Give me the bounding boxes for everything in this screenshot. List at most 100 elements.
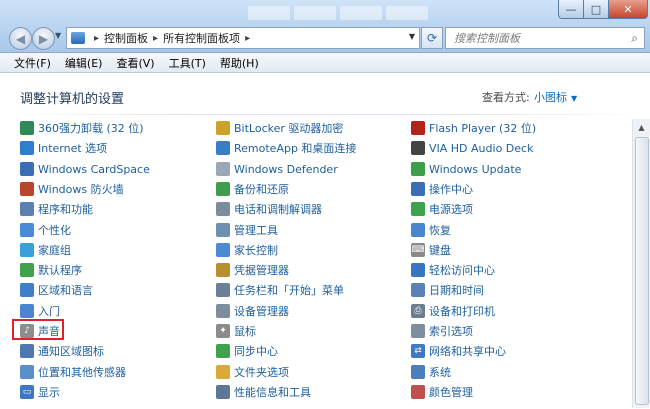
control-panel-item[interactable]: 轻松访问中心 [411,261,495,279]
menu-tools[interactable]: 工具(T) [169,55,206,71]
control-panel-item[interactable]: Windows CardSpace [20,160,150,178]
firewall-icon [20,182,34,196]
menu-file[interactable]: 文件(F) [14,55,51,71]
control-panel-item[interactable]: ⎙ 设备和打印机 [411,302,495,320]
control-panel-item[interactable]: ▭ 显示 [20,383,60,401]
menu-bar: 文件(F) 编辑(E) 查看(V) 工具(T) 帮助(H) [0,53,650,73]
control-panel-item[interactable]: RemoteApp 和桌面连接 [216,139,356,157]
minimize-button[interactable]: — [558,0,584,19]
sensor-icon [20,365,34,379]
item-label: Windows 防火墙 [38,183,124,196]
control-panel-item[interactable]: 家庭组 [20,241,71,259]
item-label: Flash Player (32 位) [429,122,537,135]
view-mode-dropdown[interactable]: 小图标 ▼ [534,89,577,105]
close-button[interactable]: ✕ [608,0,648,19]
control-panel-item[interactable]: 360强力卸载 (32 位) [20,119,144,137]
mouse-icon: ✦ [216,324,230,338]
page-title: 调整计算机的设置 [20,92,125,107]
window-titlebar: — □ ✕ ◀ ▶ ▼ ▸ 控制面板 ▸ 所有控制面板项 ▸ ▼ ⟳ 搜索控制面… [0,0,650,53]
breadcrumb-all-items[interactable]: 所有控制面板项 [163,30,240,46]
uninstall-icon [20,121,34,135]
search-icon[interactable]: ⌕ [631,31,638,46]
control-panel-item[interactable]: 索引选项 [411,322,473,340]
item-label: Internet 选项 [38,142,108,155]
control-panel-item[interactable]: Windows 防火墙 [20,180,124,198]
control-panel-item[interactable]: 默认程序 [20,261,82,279]
control-panel-item[interactable]: 备份和还原 [216,180,289,198]
back-button[interactable]: ◀ [9,27,32,50]
control-panel-item[interactable]: 区域和语言 [20,281,93,299]
control-panel-item[interactable]: 颜色管理 [411,383,473,401]
recent-pages-dropdown[interactable]: ▼ [55,31,65,43]
control-panel-item[interactable]: VIA HD Audio Deck [411,139,533,157]
breadcrumb-control-panel[interactable]: 控制面板 [104,30,148,46]
control-panel-item[interactable]: 恢复 [411,221,451,239]
control-panel-item[interactable]: 性能信息和工具 [216,383,311,401]
menu-view[interactable]: 查看(V) [116,55,154,71]
control-panel-item[interactable]: 通知区域图标 [20,342,104,360]
item-label: 颜色管理 [429,386,473,399]
control-panel-item[interactable]: 日期和时间 [411,281,484,299]
search-input[interactable]: 搜索控制面板 ⌕ [445,27,645,49]
bitlocker-icon [216,121,230,135]
control-panel-item[interactable]: 设备管理器 [216,302,289,320]
control-panel-item[interactable]: 任务栏和「开始」菜单 [216,281,344,299]
refresh-button[interactable]: ⟳ [421,27,443,49]
background-tab [386,6,428,20]
control-panel-item[interactable]: 系统 [411,363,451,381]
address-history-dropdown[interactable]: ▼ [409,32,415,41]
control-panel-item[interactable]: ⌨ 键盘 [411,241,451,259]
vertical-scrollbar[interactable]: ▲ [632,119,650,408]
control-panel-item[interactable]: 个性化 [20,221,71,239]
control-panel-item[interactable]: 家长控制 [216,241,278,259]
defender-icon [216,162,230,176]
control-panel-item[interactable]: 程序和功能 [20,200,93,218]
control-panel-item[interactable]: 同步中心 [216,342,278,360]
control-panel-item[interactable]: 操作中心 [411,180,473,198]
control-panel-item[interactable]: 电话和调制解调器 [216,200,322,218]
control-panel-item[interactable]: 文件夹选项 [216,363,289,381]
sync-icon [216,344,230,358]
item-label: 操作中心 [429,183,473,196]
scroll-thumb[interactable] [635,137,649,405]
control-panel-item[interactable]: Internet 选项 [20,139,107,157]
audio-deck-icon [411,141,425,155]
item-label: 设备管理器 [234,305,289,318]
menu-edit[interactable]: 编辑(E) [65,55,103,71]
minimize-icon: — [565,2,577,16]
item-label: 凭据管理器 [234,264,289,277]
control-panel-item[interactable]: 入门 [20,302,60,320]
admin-tools-icon [216,223,230,237]
control-panel-item[interactable]: 凭据管理器 [216,261,289,279]
search-placeholder: 搜索控制面板 [454,32,520,45]
refresh-icon: ⟳ [426,31,438,45]
recovery-icon [411,223,425,237]
windows-update-icon [411,162,425,176]
control-panel-item[interactable]: BitLocker 驱动器加密 [216,119,343,137]
control-panel-item[interactable]: ⇄ 网络和共享中心 [411,342,506,360]
item-label: 家长控制 [234,244,278,257]
system-icon [411,365,425,379]
control-panel-item[interactable]: Windows Update [411,160,521,178]
control-panel-item[interactable]: Flash Player (32 位) [411,119,536,137]
item-label: 个性化 [38,224,71,237]
performance-icon [216,385,230,399]
scroll-up-button[interactable]: ▲ [633,119,650,135]
maximize-button[interactable]: □ [583,0,609,19]
view-mode-value: 小图标 [534,91,567,104]
control-panel-icon [71,32,85,44]
content-area: 调整计算机的设置 查看方式: 小图标 ▼ 360强力卸载 (32 位) Intern… [0,73,650,408]
item-label: 电话和调制解调器 [234,203,322,216]
item-label: 程序和功能 [38,203,93,216]
control-panel-item[interactable]: 电源选项 [411,200,473,218]
control-panel-item[interactable]: ✦ 鼠标 [216,322,256,340]
menu-help[interactable]: 帮助(H) [220,55,259,71]
control-panel-item[interactable]: 管理工具 [216,221,278,239]
notification-icon [20,344,34,358]
forward-button[interactable]: ▶ [32,27,55,50]
address-bar[interactable]: ▸ 控制面板 ▸ 所有控制面板项 ▸ ▼ [66,27,420,49]
color-management-icon [411,385,425,399]
control-panel-item[interactable]: 位置和其他传感器 [20,363,126,381]
display-icon: ▭ [20,385,34,399]
control-panel-item[interactable]: Windows Defender [216,160,338,178]
